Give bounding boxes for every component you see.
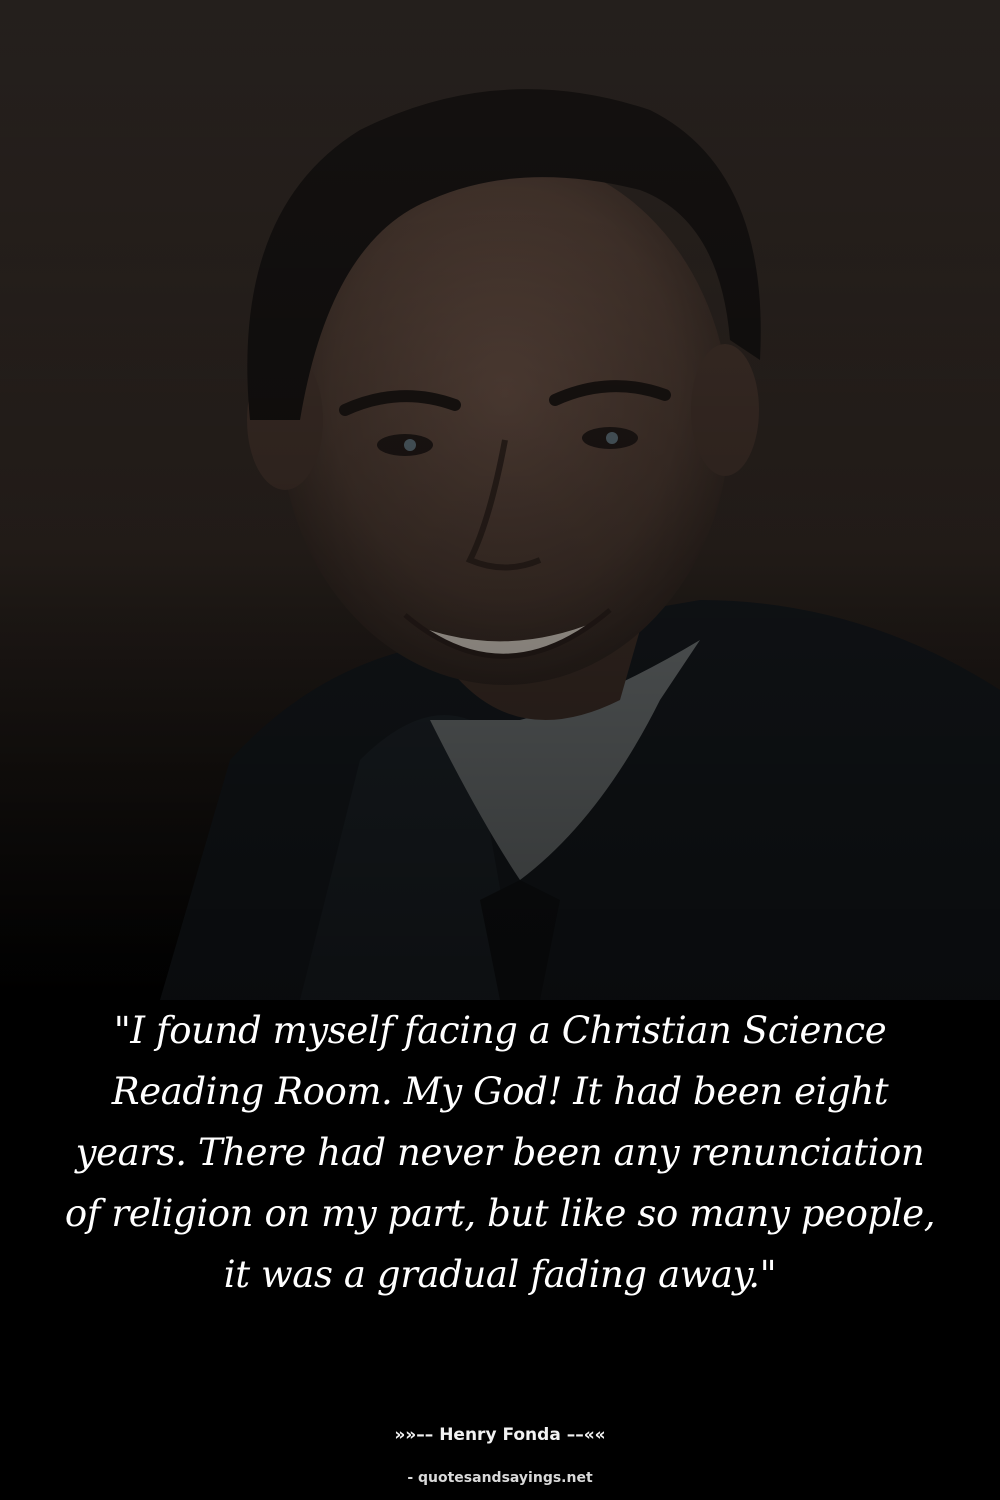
quote-text: "I found myself facing a Christian Scien…	[64, 1009, 936, 1296]
quote-poster: "I found myself facing a Christian Scien…	[0, 0, 1000, 1500]
portrait-photo	[0, 0, 1000, 1000]
author-attribution: »»–– Henry Fonda ––««	[394, 1425, 606, 1445]
source-watermark: - quotesandsayings.net	[407, 1470, 593, 1486]
